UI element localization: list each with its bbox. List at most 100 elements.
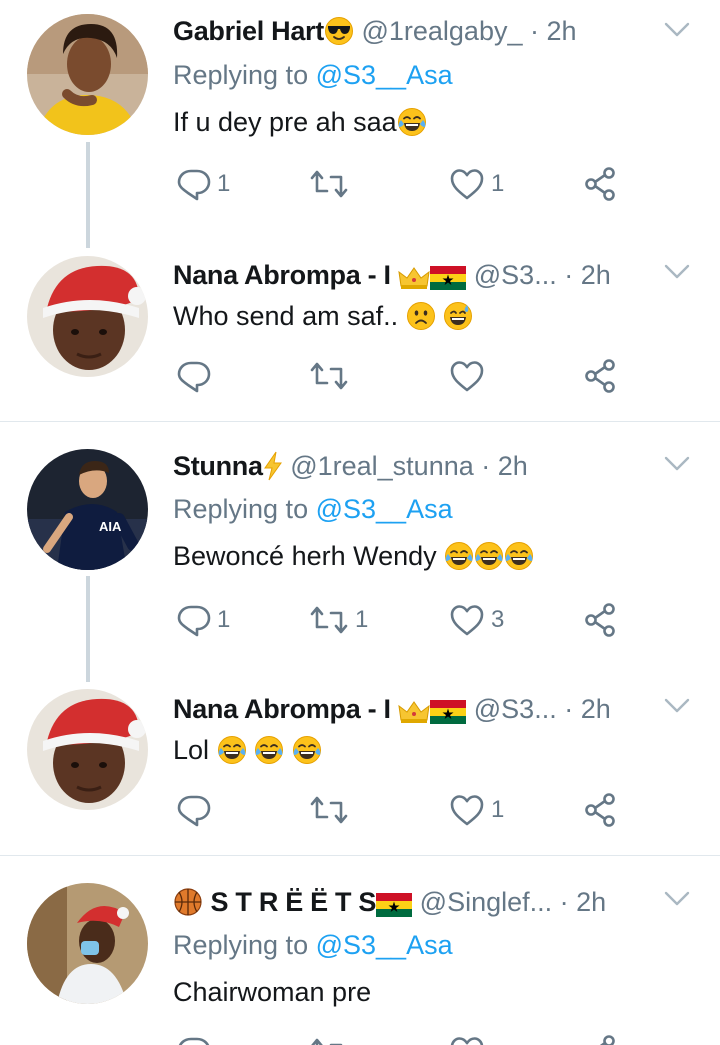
display-name[interactable]: Nana Abrompa - I — [173, 260, 391, 290]
tweet-header: Gabriel Hart @1realgaby_ · 2h — [173, 14, 670, 48]
chevron-down-icon[interactable] — [664, 456, 690, 472]
tweet-header: Nana Abrompa - I @S3... · 2h — [173, 258, 670, 292]
replying-to-label: Replying to — [173, 930, 309, 960]
display-name[interactable]: S T R Ë Ë T S — [211, 887, 377, 917]
chevron-down-icon[interactable] — [664, 22, 690, 38]
share-button[interactable] — [583, 790, 619, 830]
timestamp[interactable]: · 2h — [564, 694, 611, 724]
replying-to-label: Replying to — [173, 60, 309, 90]
retweet-button[interactable] — [309, 1032, 349, 1045]
share-icon — [583, 358, 619, 394]
mention-link[interactable]: @S3__Asa — [316, 60, 453, 90]
mention-link[interactable]: @S3__Asa — [316, 494, 453, 524]
high-voltage-emoji-icon — [263, 451, 283, 481]
chevron-down-icon[interactable] — [664, 698, 690, 714]
like-button[interactable]: 1 — [449, 164, 504, 204]
reply-button[interactable] — [177, 1032, 211, 1045]
tweet-text-content: Bewoncé herh Wendy — [173, 541, 437, 571]
action-bar — [173, 356, 633, 396]
reply-button[interactable] — [177, 790, 217, 830]
like-button[interactable] — [449, 356, 491, 396]
handle[interactable]: @S3... — [474, 694, 557, 724]
action-bar: 1 1 3 — [173, 600, 633, 640]
chevron-down-icon[interactable] — [664, 891, 690, 907]
handle[interactable]: @Singlef... — [420, 887, 552, 917]
display-name[interactable]: Stunna — [173, 451, 263, 481]
tweet-header: Stunna @1real_stunna · 2h — [173, 449, 670, 483]
avatar[interactable] — [27, 14, 148, 135]
avatar[interactable]: AIA — [27, 449, 148, 570]
share-button[interactable] — [583, 164, 619, 204]
tweet[interactable]: Nana Abrompa - I @S3... · 2h Who send am… — [0, 250, 720, 420]
tweet[interactable]: AIA Stunna @1real_stunna · 2h Replying t… — [0, 422, 720, 684]
avatar[interactable] — [27, 689, 148, 810]
timestamp[interactable]: · 2h — [560, 887, 607, 917]
reply-button[interactable]: 1 — [177, 600, 230, 640]
tears-of-joy-emoji-icon — [292, 735, 322, 765]
like-count: 1 — [491, 170, 505, 197]
reply-button[interactable] — [177, 356, 217, 396]
share-button[interactable] — [583, 1032, 619, 1045]
heart-icon — [449, 1035, 485, 1045]
frowning-face-emoji-icon — [406, 301, 436, 331]
display-name[interactable]: Gabriel Hart — [173, 16, 324, 46]
replying-to-label: Replying to — [173, 494, 309, 524]
tweet-text: If u dey pre ah saa — [173, 104, 427, 140]
mention-link[interactable]: @S3__Asa — [316, 930, 453, 960]
share-icon — [583, 166, 619, 202]
tweet[interactable]: S T R Ë Ë T S @Singlef... · 2h Replying … — [0, 856, 720, 1045]
display-name[interactable]: Nana Abrompa - I — [173, 694, 391, 724]
tweet-header: S T R Ë Ë T S @Singlef... · 2h — [173, 885, 670, 919]
handle[interactable]: @1real_stunna — [290, 451, 474, 481]
reply-icon — [177, 603, 211, 637]
timestamp[interactable]: · 2h — [530, 16, 577, 46]
timestamp[interactable]: · 2h — [564, 260, 611, 290]
handle[interactable]: @S3... — [474, 260, 557, 290]
share-icon — [583, 602, 619, 638]
reply-icon — [177, 1035, 211, 1045]
avatar[interactable] — [27, 256, 148, 377]
ghana-flag-emoji-icon — [376, 893, 412, 917]
share-button[interactable] — [583, 356, 619, 396]
crown-emoji-icon — [398, 700, 430, 724]
basketball-emoji-icon — [173, 887, 203, 917]
like-button[interactable] — [449, 1032, 485, 1045]
tweet[interactable]: Nana Abrompa - I @S3... · 2h Lol 1 — [0, 684, 720, 855]
sweat-smile-emoji-icon — [443, 301, 473, 331]
crown-emoji-icon — [398, 266, 430, 290]
tweet-text: Who send am saf.. — [173, 298, 473, 334]
reply-icon — [177, 359, 211, 393]
share-button[interactable] — [583, 600, 619, 640]
retweet-button[interactable]: 1 — [309, 600, 368, 640]
handle[interactable]: @1realgaby_ — [361, 16, 522, 46]
tears-of-joy-emoji-icon — [444, 541, 474, 571]
retweet-icon — [309, 1035, 349, 1045]
retweet-button[interactable] — [309, 356, 355, 396]
replying-to: Replying to @S3__Asa — [173, 492, 453, 526]
tweet[interactable]: Gabriel Hart @1realgaby_ · 2h Replying t… — [0, 0, 720, 250]
action-bar: 1 — [173, 790, 633, 830]
share-icon — [583, 792, 619, 828]
retweet-button[interactable] — [309, 790, 355, 830]
tweet-text-content: Who send am saf.. — [173, 301, 399, 331]
chevron-down-icon[interactable] — [664, 264, 690, 280]
reply-button[interactable]: 1 — [177, 164, 230, 204]
avatar[interactable] — [27, 883, 148, 1004]
tweet-header: Nana Abrompa - I @S3... · 2h — [173, 692, 670, 726]
retweet-count: 1 — [355, 606, 369, 633]
heart-icon — [449, 793, 485, 827]
tweet-text-content: Lol — [173, 735, 210, 765]
thread-line — [86, 142, 90, 248]
tweet-text-content: Chairwoman pre — [173, 977, 372, 1007]
like-button[interactable]: 3 — [449, 600, 504, 640]
reply-icon — [177, 793, 211, 827]
tweet-text-content: If u dey pre ah saa — [173, 107, 397, 137]
tweet-text: Chairwoman pre — [173, 974, 371, 1010]
tweet-text: Lol — [173, 732, 322, 768]
timestamp[interactable]: · 2h — [481, 451, 528, 481]
retweet-button[interactable] — [309, 164, 355, 204]
retweet-icon — [309, 793, 349, 827]
action-bar — [173, 1032, 633, 1045]
sunglasses-emoji-icon — [324, 16, 354, 46]
like-button[interactable]: 1 — [449, 790, 504, 830]
